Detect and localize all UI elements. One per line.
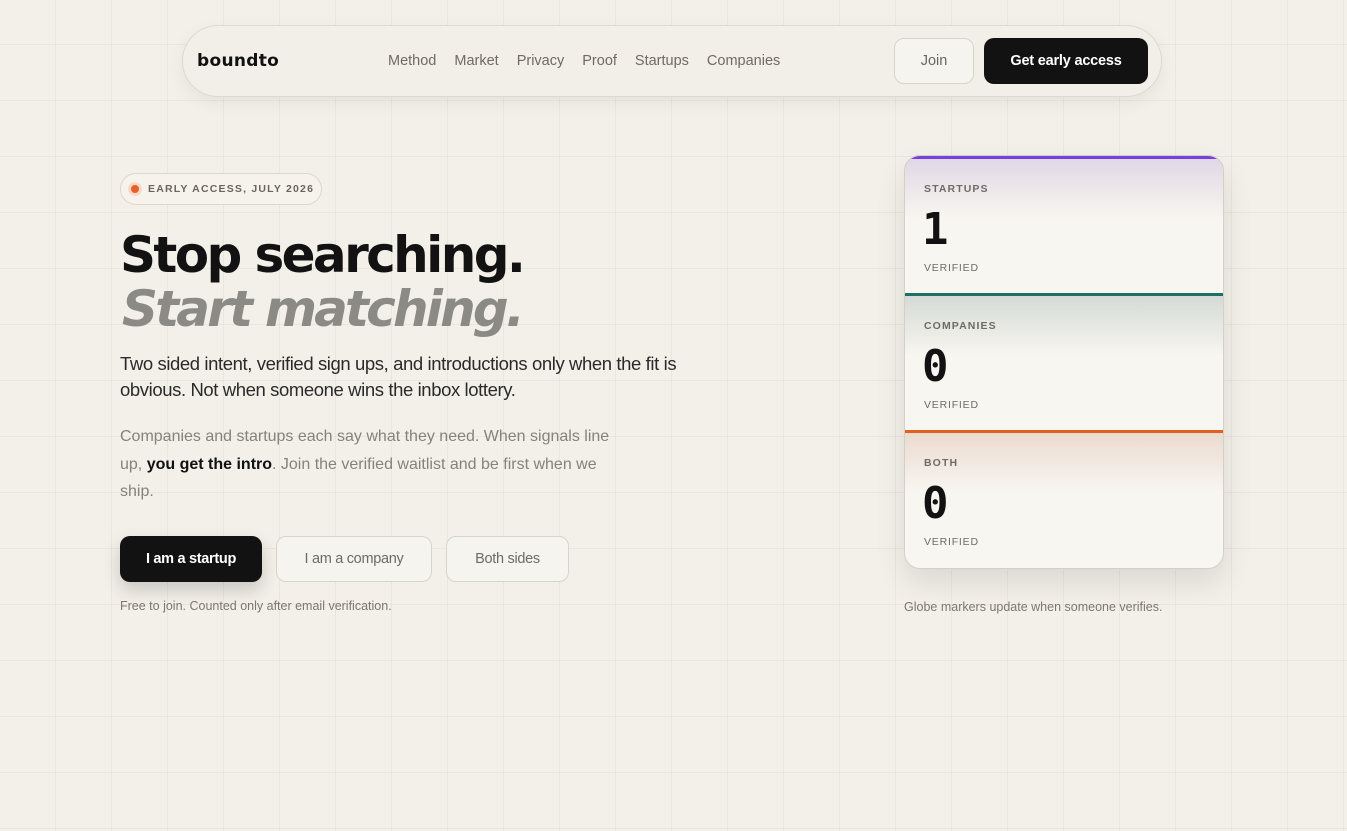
nav-link-market[interactable]: Market [454,53,498,69]
cta-note: Free to join. Counted only after email v… [120,599,392,613]
nav-link-companies[interactable]: Companies [707,53,780,69]
company-button[interactable]: I am a company [276,536,432,582]
stat-companies: COMPANIES 0 VERIFIED [905,293,1223,430]
nav-link-startups[interactable]: Startups [635,53,689,69]
stat-label: COMPANIES [924,320,997,332]
get-early-access-button[interactable]: Get early access [984,38,1148,84]
hero-title-line-1: Stop searching. [120,226,526,284]
early-access-badge: EARLY ACCESS, JULY 2026 [120,173,322,205]
top-nav: boundto Method Market Privacy Proof Star… [182,25,1162,97]
hero-title-line-2: Start matching. [122,280,525,338]
both-sides-button[interactable]: Both sides [446,536,569,582]
badge-label: EARLY ACCESS, JULY 2026 [148,183,315,195]
stat-label: BOTH [924,457,959,469]
join-button[interactable]: Join [894,38,974,84]
stat-startups: STARTUPS 1 VERIFIED [905,156,1223,293]
hero-body: Companies and startups each say what the… [120,423,620,506]
stat-value: 0 [922,478,949,529]
stat-both: BOTH 0 VERIFIED [905,430,1223,567]
hero-lead: Two sided intent, verified sign ups, and… [120,353,677,400]
startup-button[interactable]: I am a startup [120,536,262,582]
stat-value: 1 [922,204,949,255]
stat-sublabel: VERIFIED [924,536,979,548]
status-dot-icon [131,185,139,193]
stats-note: Globe markers update when someone verifi… [904,600,1163,614]
nav-link-method[interactable]: Method [388,53,436,69]
hero-body-emphasis: you get the intro [146,455,273,473]
stat-sublabel: VERIFIED [924,399,979,411]
nav-link-privacy[interactable]: Privacy [517,53,565,69]
verified-stats-card: STARTUPS 1 VERIFIED COMPANIES 0 VERIFIED… [904,155,1224,569]
cta-group: I am a startup I am a company Both sides [120,536,569,582]
stat-sublabel: VERIFIED [924,262,979,274]
nav-links: Method Market Privacy Proof Startups Com… [388,53,780,69]
stat-value: 0 [922,341,949,392]
stat-label: STARTUPS [924,183,989,195]
nav-link-proof[interactable]: Proof [582,53,617,69]
brand-logo[interactable]: boundto [197,51,279,71]
